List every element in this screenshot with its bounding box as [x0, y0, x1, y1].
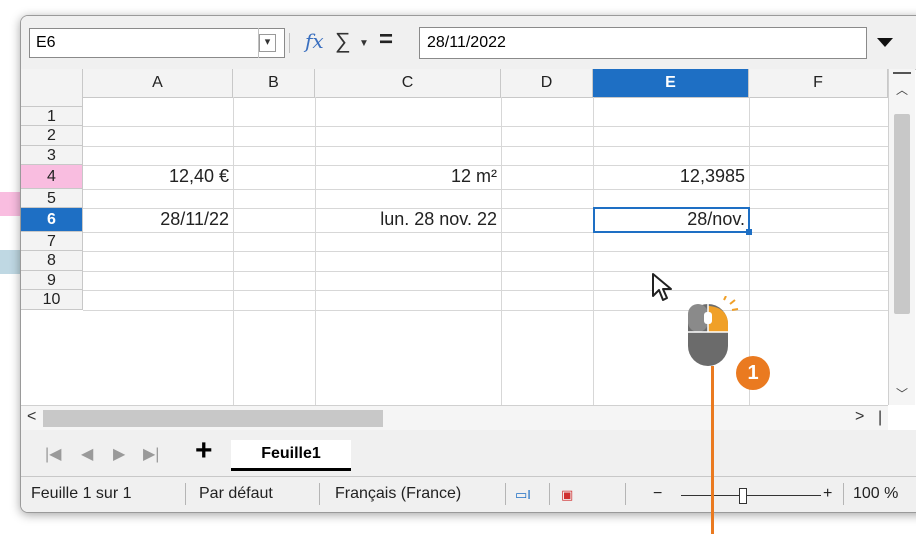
gridline: [315, 97, 316, 405]
callout-badge: 1: [736, 356, 770, 390]
gridline: [593, 97, 594, 405]
column-header-a[interactable]: A: [83, 69, 233, 97]
sheet-tab-bar: |◀ ◀ ▶ ▶| + Feuille1: [21, 430, 916, 476]
fx-icon[interactable]: fx: [305, 29, 324, 53]
gridline: [83, 310, 888, 311]
toolbar-separator: [289, 33, 290, 53]
last-sheet-icon[interactable]: ▶|: [143, 444, 159, 464]
horizontal-scroll-thumb[interactable]: [43, 410, 383, 427]
zoom-level[interactable]: 100 %: [853, 485, 898, 503]
prev-sheet-icon[interactable]: ◀: [81, 444, 93, 464]
row-header-5[interactable]: 5: [21, 189, 83, 208]
status-separator: [185, 483, 186, 505]
gridline: [501, 97, 502, 405]
gridline: [83, 251, 888, 252]
scroll-right-icon[interactable]: >: [855, 408, 864, 426]
gridline: [83, 271, 888, 272]
cell-a4[interactable]: 12,40 €: [83, 165, 233, 188]
status-bar: Feuille 1 sur 1 Par défaut Français (Fra…: [21, 476, 916, 512]
gridline: [83, 290, 888, 291]
scroll-down-icon[interactable]: ﹀: [896, 385, 908, 402]
column-header-d[interactable]: D: [501, 69, 593, 97]
selected-cell-border: [593, 207, 750, 233]
cell-c6[interactable]: lun. 28 nov. 22: [315, 208, 501, 231]
selection-mode-icon[interactable]: ▭I: [515, 487, 531, 503]
fill-handle[interactable]: [746, 229, 752, 235]
status-separator: [319, 483, 320, 505]
name-box-dropdown[interactable]: ▾: [258, 28, 276, 58]
vertical-scrollbar[interactable]: ︿ ﹀: [888, 69, 915, 405]
row-header-9[interactable]: 9: [21, 271, 83, 290]
row-header-6[interactable]: 6: [21, 208, 83, 232]
horizontal-scrollbar[interactable]: < > |: [21, 405, 888, 431]
name-box[interactable]: E6: [29, 28, 285, 58]
callout-leader-line: [711, 366, 714, 534]
cell-e4[interactable]: 12,3985: [593, 165, 749, 188]
gridline: [233, 97, 234, 405]
sheet-position[interactable]: Feuille 1 sur 1: [31, 485, 132, 503]
formula-bar: E6 ▾ fx ∑ ▼ = 28/11/2022: [21, 16, 916, 70]
row-header-10[interactable]: 10: [21, 290, 83, 310]
status-separator: [549, 483, 550, 505]
zoom-out-icon[interactable]: −: [653, 485, 662, 503]
gridline: [83, 126, 888, 127]
first-sheet-icon[interactable]: |◀: [45, 444, 61, 464]
column-header-e[interactable]: E: [593, 69, 749, 97]
sigma-icon[interactable]: ∑: [335, 28, 351, 54]
cell-a6[interactable]: 28/11/22: [83, 208, 233, 231]
language[interactable]: Français (France): [335, 485, 461, 503]
status-separator: [625, 483, 626, 505]
row-header-7[interactable]: 7: [21, 232, 83, 251]
calc-window: E6 ▾ fx ∑ ▼ = 28/11/2022 A B C D E F 1 2…: [20, 15, 916, 513]
row-header-4[interactable]: 4: [21, 165, 83, 189]
select-all-corner[interactable]: [21, 69, 83, 97]
column-headers: A B C D E F: [21, 69, 888, 98]
column-header-f[interactable]: F: [749, 69, 888, 97]
equals-icon[interactable]: =: [379, 26, 393, 54]
row-header-3[interactable]: 3: [21, 146, 83, 165]
sigma-dropdown-icon[interactable]: ▼: [359, 38, 369, 49]
column-header-c[interactable]: C: [315, 69, 501, 97]
zoom-slider-knob[interactable]: [739, 488, 747, 504]
column-header-b[interactable]: B: [233, 69, 315, 97]
name-box-value: E6: [36, 34, 56, 51]
zoom-in-icon[interactable]: +: [823, 485, 832, 503]
gridline: [83, 189, 888, 190]
zoom-slider-track[interactable]: [681, 495, 821, 496]
mouse-icon: [688, 296, 739, 366]
chevron-down-icon: ▾: [259, 34, 276, 52]
next-sheet-icon[interactable]: ▶: [113, 444, 125, 464]
row-header-2[interactable]: 2: [21, 126, 83, 146]
status-separator: [843, 483, 844, 505]
scroll-left-icon[interactable]: <: [27, 408, 36, 426]
split-handle-horizontal[interactable]: |: [878, 409, 882, 427]
gridline: [83, 232, 888, 233]
sheet-tab-feuille1[interactable]: Feuille1: [231, 440, 351, 471]
formula-input[interactable]: 28/11/2022: [419, 27, 867, 59]
formula-input-value: 28/11/2022: [427, 34, 506, 51]
split-handle[interactable]: [893, 72, 911, 74]
mouse-pointer-icon: [652, 273, 672, 301]
expand-icon[interactable]: [877, 38, 893, 47]
vertical-scroll-thumb[interactable]: [894, 114, 910, 314]
row-header-8[interactable]: 8: [21, 251, 83, 271]
save-status-icon[interactable]: ▣: [561, 487, 573, 503]
page-style[interactable]: Par défaut: [199, 485, 273, 503]
status-separator: [505, 483, 506, 505]
row-header-1[interactable]: 1: [21, 107, 83, 126]
add-sheet-icon[interactable]: +: [195, 436, 213, 466]
scroll-up-icon[interactable]: ︿: [896, 81, 908, 98]
cell-c4[interactable]: 12 m²: [315, 165, 501, 188]
row-header-spacer: [21, 97, 83, 107]
gridline: [83, 146, 888, 147]
